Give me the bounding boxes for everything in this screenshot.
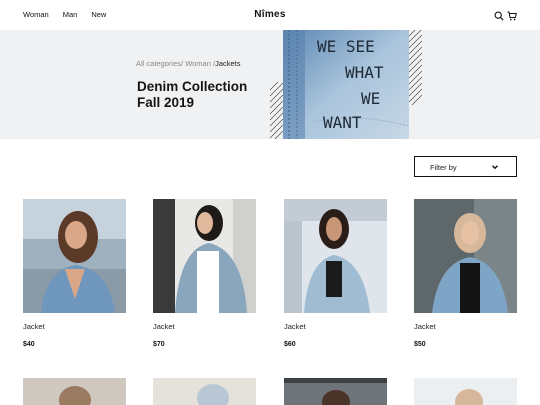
product-name[interactable]: Jacket	[23, 322, 45, 331]
search-icon[interactable]	[494, 8, 504, 21]
filter-dropdown[interactable]: Filter by	[414, 156, 517, 177]
product-image[interactable]	[284, 199, 387, 313]
product-price: $40	[23, 341, 35, 348]
breadcrumb-woman[interactable]: Woman /	[183, 59, 215, 68]
hero-image-text-2: WHAT	[345, 63, 384, 82]
cart-icon[interactable]	[507, 8, 517, 21]
page-title: Denim Collection Fall 2019	[137, 79, 277, 111]
breadcrumb: All categories/ Woman /Jackets	[136, 59, 241, 68]
top-bar: Woman Man New Nîmes	[0, 0, 540, 30]
product-image[interactable]	[414, 199, 517, 313]
product-name[interactable]: Jacket	[153, 322, 175, 331]
page-title-line1: Denim Collection	[137, 79, 248, 94]
product-image[interactable]	[23, 378, 126, 405]
product-image[interactable]	[153, 199, 256, 313]
product-card[interactable]: Jacket $60	[284, 199, 387, 354]
filter-label: Filter by	[430, 163, 457, 172]
decorative-stripes-right	[409, 30, 422, 105]
header-actions	[494, 8, 517, 21]
product-card[interactable]: Jacket $50	[414, 199, 517, 354]
product-name[interactable]: Jacket	[414, 322, 436, 331]
product-price: $70	[153, 341, 165, 348]
hero-image-text-4: WANT	[323, 113, 362, 132]
page-title-line2: Fall 2019	[137, 95, 195, 110]
hero-banner: All categories/ Woman /Jackets Denim Col…	[0, 30, 540, 139]
product-price: $50	[414, 341, 426, 348]
product-price: $60	[284, 341, 296, 348]
product-card[interactable]: Jacket $40	[23, 199, 126, 354]
product-name[interactable]: Jacket	[284, 322, 306, 331]
product-image[interactable]	[23, 199, 126, 313]
decorative-stripes-left	[270, 82, 283, 139]
product-image[interactable]	[284, 378, 387, 405]
product-image[interactable]	[153, 378, 256, 405]
brand-logo[interactable]: Nîmes	[0, 9, 540, 20]
product-card[interactable]: Jacket $70	[153, 199, 256, 354]
breadcrumb-current: Jackets	[215, 59, 241, 68]
hero-denim-image: WE SEE WHAT WE WANT	[283, 30, 409, 139]
hero-image-text-3: WE	[361, 89, 380, 108]
breadcrumb-all-categories[interactable]: All categories/	[136, 59, 183, 68]
hero-image-text-1: WE SEE	[317, 37, 375, 56]
product-image[interactable]	[414, 378, 517, 405]
chevron-down-icon	[492, 165, 498, 170]
